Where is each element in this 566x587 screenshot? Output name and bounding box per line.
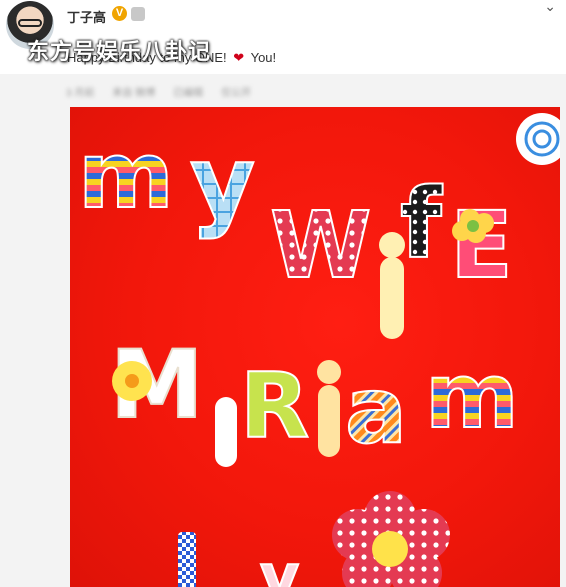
daisy-icon [112,361,152,401]
meta-time[interactable]: 3 月前 [66,84,94,99]
word-miriam-i2 [317,360,341,457]
word-miriam-i1 [215,397,237,467]
pink-flower-icon [332,491,450,587]
post-text-after: You! [250,50,277,65]
glasses-icon [18,19,42,27]
author-name[interactable]: 丁子高 [67,7,106,26]
spiral-flower-icon [516,113,560,165]
word-miriam-m2: m [425,344,519,449]
meta-visibility: 仅公开 [221,88,252,99]
word-wife-w: W [270,192,371,299]
member-icon [131,7,145,21]
word-miriam-a: a [345,357,407,464]
meta-edited: 已编辑 [173,88,204,99]
word-wife-e: E [450,192,513,299]
word-my-m: m [78,122,174,229]
word-miriam-r: R [240,354,309,459]
chevron-down-icon[interactable]: ⌄ [544,0,556,15]
heart-icon: ❤ [233,50,245,65]
word-my-y: y [190,124,255,241]
watermark: 东方号娱乐八卦记 [27,39,212,64]
word-wife-f: f [400,168,443,280]
verified-badge-icon: V [112,6,127,21]
meta-source[interactable]: 来自 微博 [112,84,155,99]
post-photo[interactable]: m y W f E M R a m v [70,107,560,587]
photo-illustration: m y W f E M R a m v [77,113,560,587]
post-meta: 3 月前 来自 微博 已编辑 仅公开 [66,84,252,99]
bottom-letter: v [260,542,299,587]
checked-letter [178,532,196,587]
